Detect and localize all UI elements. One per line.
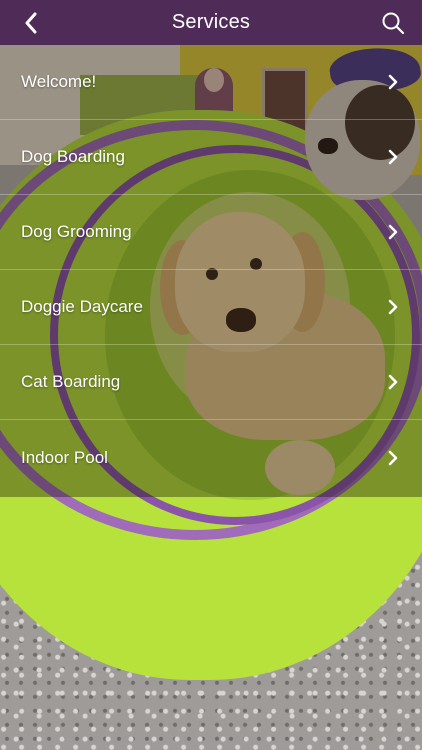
search-button[interactable] — [376, 8, 410, 38]
menu-item-label: Doggie Daycare — [21, 297, 143, 316]
menu-item-doggie-daycare[interactable]: Doggie Daycare — [0, 270, 422, 345]
menu-item-dog-boarding[interactable]: Dog Boarding — [0, 120, 422, 195]
chevron-right-icon — [386, 450, 400, 466]
chevron-right-icon — [386, 224, 400, 240]
chevron-right-icon — [386, 374, 400, 390]
back-button[interactable] — [14, 8, 48, 38]
menu-item-cat-boarding[interactable]: Cat Boarding — [0, 345, 422, 420]
menu-item-label: Dog Boarding — [21, 147, 125, 166]
menu-item-welcome[interactable]: Welcome! — [0, 45, 422, 120]
chevron-right-icon — [386, 74, 400, 90]
menu-item-dog-grooming[interactable]: Dog Grooming — [0, 195, 422, 270]
nav-bar: Services — [0, 0, 422, 45]
services-list: Welcome! Dog Boarding Dog Grooming Doggi… — [0, 45, 422, 495]
chevron-right-icon — [386, 149, 400, 165]
menu-item-label: Indoor Pool — [21, 447, 108, 467]
search-icon — [382, 12, 405, 35]
menu-item-label: Dog Grooming — [21, 222, 132, 241]
page-title: Services — [171, 11, 251, 33]
menu-item-label: Cat Boarding — [21, 372, 121, 391]
chevron-right-icon — [386, 299, 400, 315]
chevron-left-icon — [25, 12, 37, 34]
menu-item-indoor-pool[interactable]: Indoor Pool — [0, 420, 422, 495]
menu-item-label: Welcome! — [21, 72, 97, 91]
